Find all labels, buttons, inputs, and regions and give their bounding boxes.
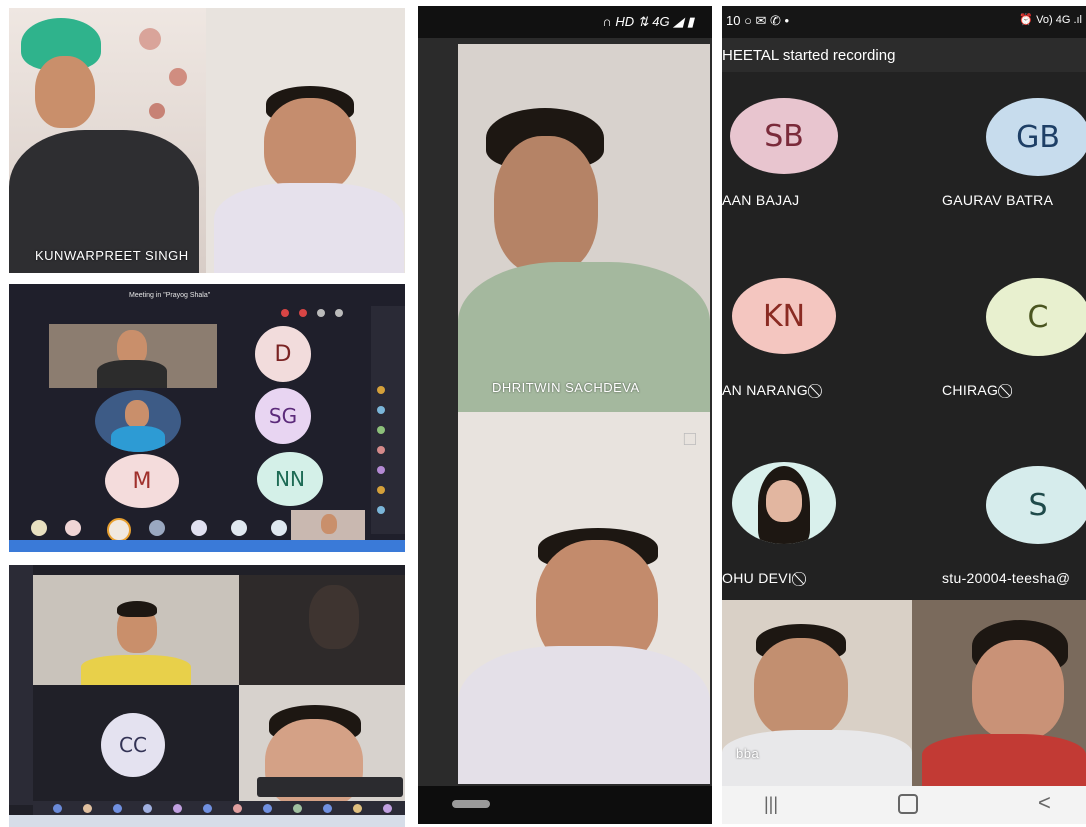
participant-avatar-cc: CC	[101, 713, 165, 777]
participant-avatar-nn: NN	[257, 452, 323, 506]
participant-avatar-photo[interactable]	[732, 462, 836, 544]
video-tile-teacher[interactable]	[206, 8, 405, 273]
recent-apps-icon[interactable]: |||	[764, 794, 778, 815]
back-icon[interactable]: <	[1038, 790, 1051, 816]
participant-avatar-gb[interactable]: GB	[986, 98, 1086, 176]
self-preview[interactable]	[291, 510, 365, 540]
participant-name-label: DHRITWIN SACHDEVA	[492, 380, 640, 395]
participant-avatar-sg: SG	[255, 388, 311, 444]
status-bar: ∩ HD ⇅ 4G ◢ ▮	[418, 6, 712, 38]
meeting-title: Meeting in "Prayog Shala"	[129, 292, 211, 299]
participant-name-sb: AAN BAJAJ	[722, 192, 800, 208]
status-bar: 10 ○ ✉ ✆ • ⏰ Vo) 4G .ıl	[722, 6, 1086, 38]
video-tile-dhritwin[interactable]: DHRITWIN SACHDEVA	[458, 44, 710, 412]
windows-taskbar	[9, 815, 405, 827]
video-tile-photo[interactable]	[95, 390, 181, 452]
taskbar	[9, 540, 405, 552]
status-right: ⏰ Vo) 4G .ıl	[1019, 14, 1082, 26]
left-rail	[9, 565, 33, 805]
status-left: 10 ○ ✉ ✆ •	[726, 13, 790, 28]
participant-avatar-m: M	[105, 454, 179, 508]
video-tile-woman[interactable]	[912, 600, 1086, 786]
participants-pane	[371, 306, 405, 534]
home-pill[interactable]	[452, 800, 490, 808]
participant-avatar-s[interactable]: S	[986, 466, 1086, 544]
status-icons: ∩ HD ⇅ 4G ◢ ▮	[602, 14, 694, 29]
video-tile-dark[interactable]	[239, 575, 405, 685]
participant-name-kn: AN NARANG⃠	[722, 382, 819, 398]
android-nav-bar: ||| <	[722, 786, 1086, 824]
home-icon[interactable]	[898, 794, 918, 814]
desktop-grid-panel: CC	[9, 565, 405, 827]
toolbar-icons	[281, 306, 361, 320]
camera-icon[interactable]: □	[684, 428, 696, 451]
participant-name-label: KUNWARPREET SINGH	[35, 248, 189, 263]
participant-name-label: bba	[736, 746, 760, 761]
participant-kunwarpreet	[9, 8, 206, 273]
participant-avatar-d: D	[255, 326, 311, 382]
video-tile-man[interactable]: bba	[722, 600, 912, 786]
nav-bar	[418, 786, 712, 824]
participant-name-gb: GAURAV BATRA	[942, 192, 1054, 208]
avatar-strip-bottom	[33, 801, 405, 815]
participant-name-ohu: OHU DEVI⃠	[722, 570, 803, 586]
participant-avatar-sb[interactable]: SB	[730, 98, 838, 174]
participant-name-s: stu-20004-teesha@	[942, 570, 1071, 586]
participant-name-c: CHIRAG⃠	[942, 382, 1009, 398]
recording-text: HEETAL started recording	[722, 47, 896, 64]
recording-banner: HEETAL started recording	[722, 38, 1086, 72]
video-tile-student[interactable]	[49, 324, 217, 388]
video-tile-teacher-phone[interactable]: □	[458, 412, 710, 784]
video-tile-kunwarpreet[interactable]: KUNWARPREET SINGH	[9, 8, 206, 273]
participant-teacher	[206, 8, 405, 273]
desktop-meeting-panel: Meeting in "Prayog Shala" D SG M NN	[9, 284, 405, 552]
video-panel-1: KUNWARPREET SINGH	[9, 8, 405, 273]
video-tile-yellow-shirt[interactable]	[33, 575, 239, 685]
call-controls[interactable]	[257, 777, 403, 797]
participant-avatar-c[interactable]: C	[986, 278, 1086, 356]
avatar-strip	[23, 516, 293, 542]
video-grid: D SG M NN	[17, 324, 367, 508]
phone-participants-panel: 10 ○ ✉ ✆ • ⏰ Vo) 4G .ıl HEETAL started r…	[722, 6, 1086, 824]
phone-call-panel: ∩ HD ⇅ 4G ◢ ▮ DHRITWIN SACHDEVA □	[418, 6, 712, 824]
video-tile-student-2[interactable]	[239, 685, 405, 805]
participant-avatar-kn[interactable]: KN	[732, 278, 836, 354]
